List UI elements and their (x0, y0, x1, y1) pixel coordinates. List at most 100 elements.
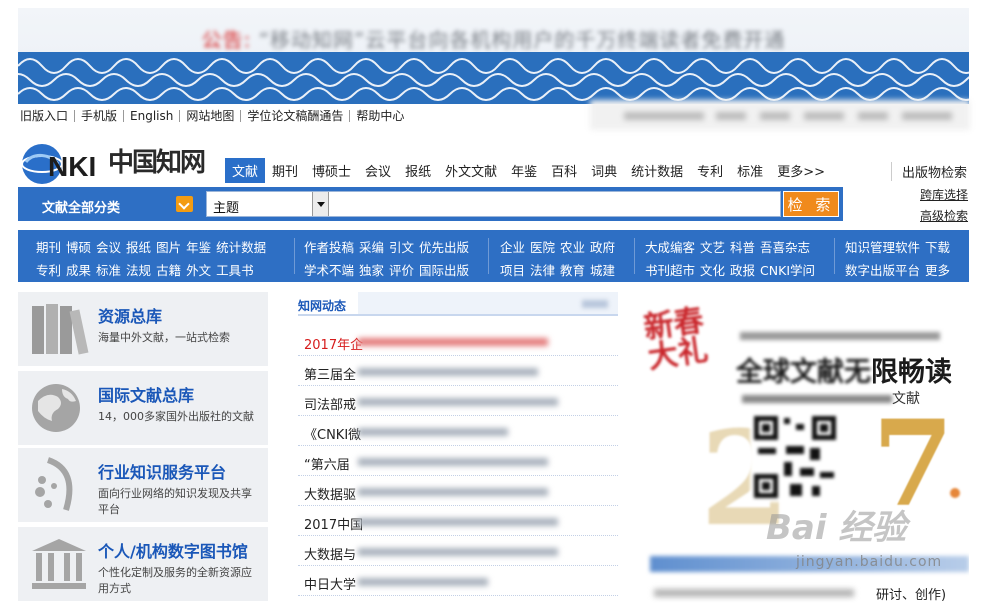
blurred-text (358, 488, 548, 496)
cat-link[interactable]: 国际出版 (419, 263, 469, 278)
resource-title: 资源总库 (98, 307, 163, 326)
promo-dot (950, 488, 960, 498)
news-item[interactable]: 第三届全 (298, 356, 618, 386)
cat-link[interactable]: 企业 (500, 240, 525, 255)
cat-link[interactable]: 期刊 (36, 240, 61, 255)
cat-link[interactable]: 优先出版 (419, 240, 469, 255)
news-item[interactable]: 2017年企 (298, 326, 618, 356)
tab-yearbooks[interactable]: 年鉴 (504, 158, 544, 183)
search-input[interactable] (331, 192, 776, 216)
cat-link[interactable]: 成果 (66, 263, 91, 278)
cat-link[interactable]: 更多 (925, 263, 950, 278)
tab-statistics[interactable]: 统计数据 (624, 158, 690, 183)
resource-card-industry[interactable]: 行业知识服务平台 面向行业网络的知识发现及共享平台 (18, 448, 268, 522)
cross-library-link[interactable]: 跨库选择 (920, 186, 968, 203)
tab-literature[interactable]: 文献 (225, 157, 266, 183)
watermark-logo: Bai 经验 (766, 508, 907, 548)
cat-link[interactable]: 书刊超市 (645, 263, 695, 278)
cat-link[interactable]: 专利 (36, 263, 61, 278)
tab-foreign[interactable]: 外文文献 (438, 158, 504, 183)
tab-conferences[interactable]: 会议 (358, 158, 398, 183)
tab-patents[interactable]: 专利 (690, 158, 730, 183)
cat-link[interactable]: 科普 (730, 240, 755, 255)
cat-link[interactable]: 政府 (590, 240, 615, 255)
cat-link[interactable]: 医院 (530, 240, 555, 255)
tab-dictionary[interactable]: 词典 (584, 158, 624, 183)
tab-standards[interactable]: 标准 (730, 158, 770, 183)
category-bar: 期刊 博硕 会议 报纸 图片 年鉴 统计数据 专利 成果 标准 法规 古籍 外文 工具书 作者投稿 采编引… (18, 230, 969, 282)
cat-link[interactable]: 博硕 (66, 240, 91, 255)
resource-desc: 面向行业网络的知识发现及共享平台 (98, 487, 252, 516)
divider (834, 238, 835, 274)
tab-more[interactable]: 更多>> (770, 158, 832, 183)
advanced-search-link[interactable]: 高级检索 (920, 207, 968, 224)
category-select[interactable]: 文献全部分类 (18, 187, 203, 221)
cat-link[interactable]: 会议 (96, 240, 121, 255)
field-select[interactable]: 主题 (207, 192, 329, 216)
cat-link[interactable]: 城建 (590, 263, 615, 278)
link-mobile[interactable]: 手机版 (74, 110, 123, 122)
search-field-box: 主题 (206, 191, 781, 217)
cat-link[interactable]: 年鉴 (186, 240, 211, 255)
cat-link[interactable]: 数字出版平台 (845, 263, 920, 278)
cat-link[interactable]: 知识管理软件 (845, 240, 920, 255)
chevron-down-icon[interactable] (176, 196, 193, 212)
qr-code-icon (750, 412, 840, 502)
resource-card-library[interactable]: 资源总库 海量中外文献，一站式检索 (18, 292, 268, 366)
tab-journals[interactable]: 期刊 (265, 158, 305, 183)
cat-link[interactable]: 统计数据 (216, 240, 266, 255)
cat-link[interactable]: 法规 (126, 263, 151, 278)
cat-link[interactable]: 采编 (359, 240, 384, 255)
cat-link[interactable]: 图片 (156, 240, 181, 255)
cat-link[interactable]: 教育 (560, 263, 585, 278)
cat-link[interactable]: 农业 (560, 240, 585, 255)
dropdown-arrow-icon[interactable] (312, 192, 328, 216)
link-sitemap[interactable]: 网站地图 (179, 110, 240, 122)
tab-theses[interactable]: 博硕士 (305, 158, 358, 183)
cat-link[interactable]: 项目 (500, 263, 525, 278)
cat-link[interactable]: 吾喜杂志 (760, 240, 810, 255)
resource-card-international[interactable]: 国际文献总库 14，000多家国外出版社的文献 (18, 371, 268, 445)
cat-link[interactable]: 学术不端 (304, 263, 354, 278)
news-item[interactable]: 大数据驱 (298, 476, 618, 506)
news-item[interactable]: 中日大学 (298, 566, 618, 596)
link-thesis-notice[interactable]: 学位论文稿酬通告 (240, 110, 349, 122)
news-item[interactable]: 司法部戒 (298, 386, 618, 416)
news-more-link[interactable] (582, 300, 608, 308)
link-old-version[interactable]: 旧版入口 (18, 110, 74, 122)
news-title[interactable]: 知网动态 (298, 297, 346, 314)
cat-link[interactable]: 引文 (389, 240, 414, 255)
cat-link[interactable]: 政报 (730, 263, 755, 278)
cat-link[interactable]: 独家 (359, 263, 384, 278)
news-item[interactable]: “第六届 (298, 446, 618, 476)
cat-link[interactable]: 评价 (389, 263, 414, 278)
news-item[interactable]: 《CNKI微 (298, 416, 618, 446)
cat-link[interactable]: 报纸 (126, 240, 151, 255)
cat-link[interactable]: 工具书 (216, 263, 254, 278)
resource-card-digital-library[interactable]: 个人/机构数字图书馆 个性化定制及服务的全新资源应用方式 (18, 527, 268, 601)
cnki-logo[interactable]: NKI 中国知网 (18, 140, 218, 188)
search-button[interactable]: 检 索 (783, 191, 839, 217)
cat-link[interactable]: 法律 (530, 263, 555, 278)
link-help[interactable]: 帮助中心 (349, 110, 410, 122)
cat-link[interactable]: 标准 (96, 263, 121, 278)
cat-link[interactable]: 文艺 (700, 240, 725, 255)
news-item-title: 大数据与 (304, 548, 357, 563)
news-item[interactable]: 2017中国 (298, 506, 618, 536)
cat-link[interactable]: 文化 (700, 263, 725, 278)
cat-link[interactable]: 作者投稿 (304, 240, 354, 255)
news-item[interactable]: 大数据与 (298, 536, 618, 566)
cat-link[interactable]: 大成编客 (645, 240, 695, 255)
tab-encyclopedia[interactable]: 百科 (544, 158, 584, 183)
cat-link[interactable]: CNKI学问 (760, 263, 815, 278)
news-item-title: 中日大学 (304, 578, 357, 593)
announcement-banner[interactable]: 公告: “移动知网”云平台向各机构用户的千万终端读者免费开通 (18, 8, 969, 104)
tab-newspapers[interactable]: 报纸 (398, 158, 438, 183)
cat-link[interactable]: 下载 (925, 240, 950, 255)
publication-search-link[interactable]: 出版物检索 (891, 162, 967, 181)
cat-link[interactable]: 外文 (186, 263, 211, 278)
cat-link[interactable]: 古籍 (156, 263, 181, 278)
link-english[interactable]: English (123, 110, 179, 122)
top-links-bar: 旧版入口 手机版 English 网站地图 学位论文稿酬通告 帮助中心 (18, 108, 410, 124)
promo-calligraphy: 新春 大礼 (641, 303, 711, 376)
